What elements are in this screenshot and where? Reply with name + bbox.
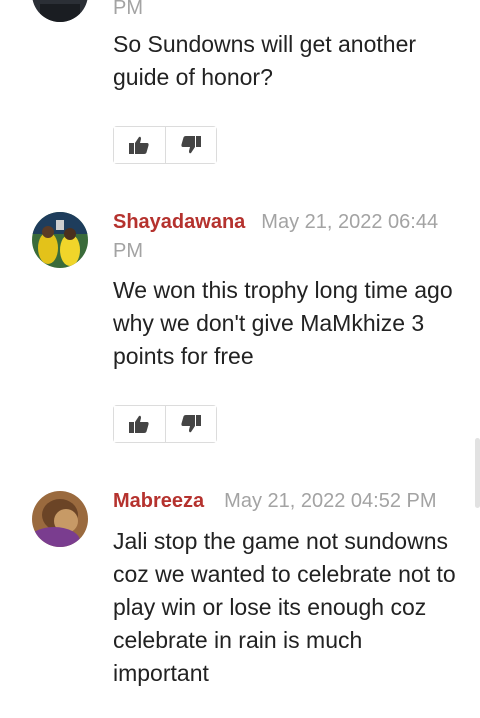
comment-text: We won this trophy long time ago why we … (113, 277, 453, 369)
user-avatar[interactable] (32, 491, 88, 547)
thumbs-up-icon (129, 415, 149, 433)
comment-text: So Sundowns will get another guide of ho… (113, 31, 417, 90)
dislike-button[interactable] (164, 127, 216, 163)
vote-buttons (113, 405, 217, 443)
thumbs-down-icon (181, 136, 201, 154)
vote-buttons (113, 126, 217, 164)
like-button[interactable] (114, 406, 165, 442)
user-avatar[interactable] (32, 0, 88, 22)
like-button[interactable] (114, 127, 165, 163)
comment-author[interactable]: Mabreeza (113, 490, 204, 512)
comment-timestamp: May 21, 2022 04:52 PM (224, 490, 437, 512)
dislike-button[interactable] (164, 406, 216, 442)
thumbs-up-icon (129, 136, 149, 154)
scrollbar[interactable] (475, 438, 480, 508)
user-avatar[interactable] (32, 212, 88, 268)
comment-meta: PM (113, 0, 453, 23)
comment-timestamp: PM (113, 0, 143, 19)
thumbs-down-icon (181, 415, 201, 433)
comment-author[interactable]: Shayadawana (113, 211, 245, 233)
comment-text: Jali stop the game not sundowns coz we w… (113, 528, 456, 686)
comment-meta: Shayadawana May 21, 2022 06:44 PM (113, 208, 453, 266)
comment-meta: Mabreeza May 21, 2022 04:52 PM (113, 487, 453, 516)
